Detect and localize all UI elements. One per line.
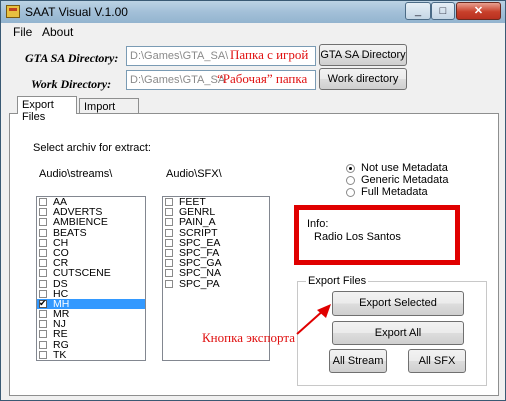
- tab-export-files[interactable]: Export Files: [17, 96, 77, 123]
- metadata-radio[interactable]: [346, 176, 355, 185]
- streams-listbox[interactable]: AA ADVERTS AMBIENCE BEATS CH CO CR CUTSCENE DS HC…: [36, 196, 146, 361]
- checkbox[interactable]: [39, 279, 47, 288]
- sfx-header: Audio\SFX\: [166, 168, 222, 180]
- checkbox[interactable]: [39, 350, 47, 359]
- export-annotation: Кнопка экспорта: [202, 330, 295, 345]
- metadata-radio-label[interactable]: Full Metadata: [361, 186, 428, 198]
- checkbox[interactable]: [39, 208, 47, 217]
- checkbox[interactable]: [39, 238, 47, 247]
- list-item[interactable]: TK: [37, 350, 145, 360]
- checkbox[interactable]: [39, 289, 47, 298]
- work-directory-label: Work Directory:: [31, 77, 112, 91]
- all-sfx-button[interactable]: All SFX: [408, 349, 466, 373]
- checkbox[interactable]: [165, 248, 173, 257]
- export-tab-panel: Select archiv for extract: Audio\streams…: [9, 113, 499, 396]
- checkbox[interactable]: [39, 248, 47, 257]
- checkbox[interactable]: [165, 238, 173, 247]
- checkbox[interactable]: [165, 218, 173, 227]
- main-window: SAAT Visual V.1.00 _ □ ✕ File About GTA …: [0, 0, 506, 401]
- list-item-label: SPC_PA: [179, 277, 220, 290]
- metadata-radio[interactable]: [346, 188, 355, 197]
- checkbox[interactable]: [165, 259, 173, 268]
- checkbox[interactable]: [165, 269, 173, 278]
- client-area: GTA SA Directory: D:\Games\GTA_SA\ Папка…: [1, 41, 505, 400]
- work-directory-annotation: “Рабочая” папка: [217, 71, 308, 86]
- checkbox[interactable]: [39, 218, 47, 227]
- gta-directory-button[interactable]: GTA SA Directory: [319, 44, 407, 66]
- work-directory-button[interactable]: Work directory: [319, 68, 407, 90]
- checkbox[interactable]: [165, 228, 173, 237]
- menu-about[interactable]: About: [42, 25, 73, 39]
- close-button[interactable]: ✕: [456, 2, 501, 20]
- app-icon: [6, 5, 20, 18]
- select-archive-label: Select archiv for extract:: [33, 142, 151, 154]
- checkbox[interactable]: [165, 198, 173, 206]
- list-item[interactable]: SPC_PA: [163, 277, 269, 290]
- info-highlight-frame: [294, 205, 460, 265]
- checkmark-icon: ✔: [39, 297, 47, 308]
- all-stream-button[interactable]: All Stream: [329, 349, 387, 373]
- title-bar[interactable]: SAAT Visual V.1.00 _ □ ✕: [1, 1, 505, 23]
- gta-directory-annotation: Папка с игрой: [230, 47, 309, 62]
- checkbox[interactable]: [39, 330, 47, 339]
- metadata-radio-label[interactable]: Generic Metadata: [361, 174, 448, 186]
- checkbox[interactable]: [39, 269, 47, 278]
- checkbox[interactable]: [39, 320, 47, 329]
- export-all-button[interactable]: Export All: [332, 321, 464, 345]
- metadata-radio-label[interactable]: Not use Metadata: [361, 162, 448, 174]
- menu-file[interactable]: File: [13, 25, 32, 39]
- checkbox[interactable]: [39, 310, 47, 319]
- list-item-label: TK: [53, 348, 67, 361]
- tab-import-files[interactable]: Import Files: [79, 98, 139, 125]
- export-files-group-label: Export Files: [306, 275, 369, 287]
- annotation-arrow-icon: [296, 304, 331, 335]
- menu-bar: File About: [1, 23, 505, 41]
- gta-directory-label: GTA SA Directory:: [25, 51, 119, 65]
- checked-checkbox[interactable]: ✔: [39, 297, 47, 308]
- checkbox[interactable]: [39, 228, 47, 237]
- maximize-button[interactable]: □: [431, 2, 455, 20]
- export-selected-button[interactable]: Export Selected: [332, 291, 464, 316]
- window-title: SAAT Visual V.1.00: [25, 5, 128, 19]
- checkbox[interactable]: [39, 259, 47, 268]
- checkbox[interactable]: [165, 208, 173, 217]
- checkbox[interactable]: [165, 279, 173, 288]
- streams-header: Audio\streams\: [39, 168, 113, 180]
- minimize-button[interactable]: _: [405, 2, 431, 20]
- checkbox[interactable]: [39, 198, 47, 206]
- checkbox[interactable]: [39, 340, 47, 349]
- metadata-radio[interactable]: [346, 164, 355, 173]
